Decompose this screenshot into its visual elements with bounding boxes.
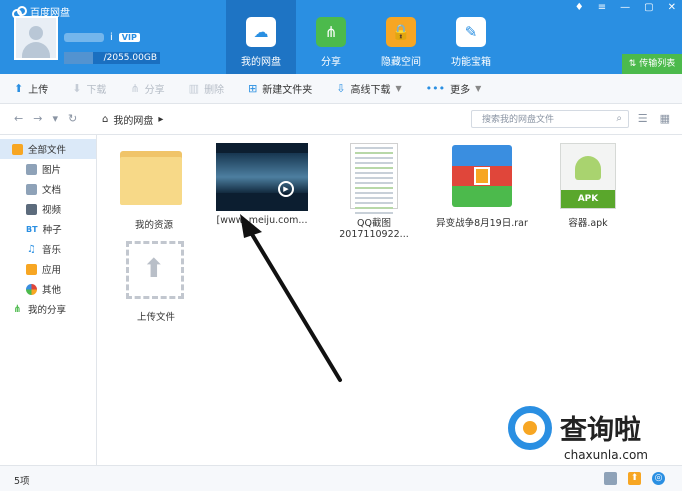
watermark-url: chaxunla.com xyxy=(564,448,648,462)
baidu-netdisk-window: 百度网盘 i VIP /2055.00GB ☁ 我的网盘 ⋔ 分享 🔒 隐藏空间… xyxy=(0,0,682,491)
magnifier-logo-icon xyxy=(508,406,552,450)
watermark-logo: 查询啦 chaxunla.com xyxy=(508,404,682,468)
status-bar: 5项 ⬆ ◎ xyxy=(0,465,682,491)
sync-icon[interactable]: ◎ xyxy=(652,472,665,485)
grid-icon[interactable] xyxy=(604,472,617,485)
item-count: 5项 xyxy=(14,476,30,487)
watermark-text: 查询啦 xyxy=(560,415,641,446)
upload-status-icon[interactable]: ⬆ xyxy=(628,472,641,485)
